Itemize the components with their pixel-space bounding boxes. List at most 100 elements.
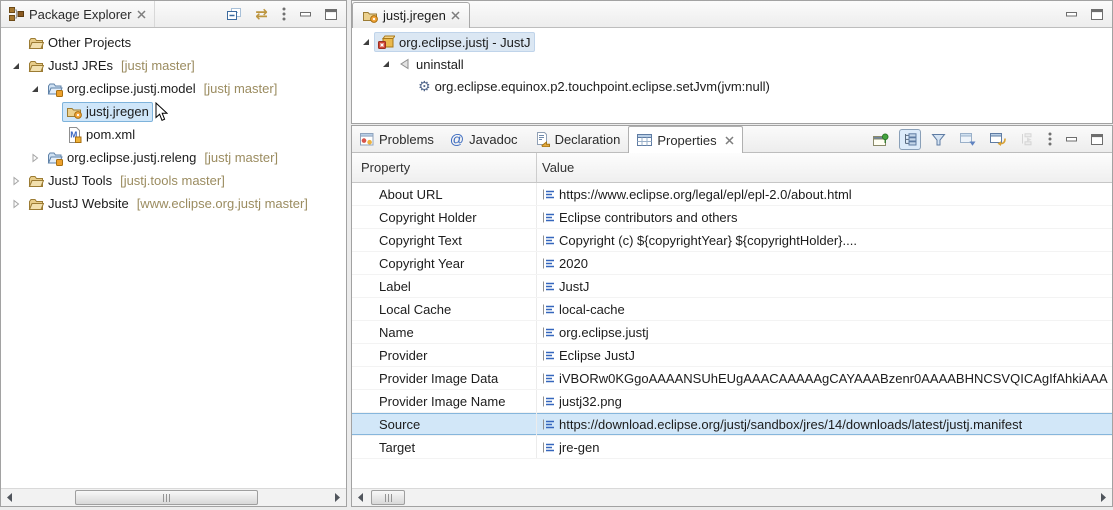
tab-javadoc[interactable]: @Javadoc (442, 126, 526, 152)
value-column-header[interactable]: Value (537, 160, 1112, 175)
tree-item-justj-tools[interactable]: JustJ Tools[justj.tools master] (1, 169, 346, 192)
property-value-cell[interactable]: Eclipse contributors and others (537, 210, 1112, 225)
tree-item-inner[interactable]: ⚙org.eclipse.equinox.p2.touchpoint.eclip… (414, 77, 774, 96)
scroll-thumb[interactable] (75, 490, 258, 505)
property-value-cell[interactable]: https://download.eclipse.org/justj/sandb… (537, 417, 1112, 432)
property-name: Provider Image Data (352, 367, 537, 389)
property-column-header[interactable]: Property (352, 153, 537, 182)
tree-item-inner[interactable]: org.eclipse.justj.releng (43, 148, 200, 168)
tree-item-other-projects[interactable]: Other Projects (1, 31, 346, 54)
tree-item-uninstall[interactable]: uninstall (352, 53, 1112, 75)
property-value-cell[interactable]: org.eclipse.justj (537, 325, 1112, 340)
link-with-editor-button[interactable]: ⇄ (251, 3, 272, 26)
editor-tab-justj-jregen[interactable]: justj.jregen (352, 2, 470, 28)
property-row-copyright-text[interactable]: Copyright TextCopyright (c) ${copyrightY… (352, 229, 1112, 252)
expand-arrow-icon[interactable] (8, 199, 24, 209)
collapse-arrow-icon[interactable] (27, 84, 43, 94)
tree-item-inner[interactable]: JustJ Website (24, 194, 133, 214)
property-row-provider-image-data[interactable]: Provider Image DataiVBORw0KGgoAAAANSUhEU… (352, 367, 1112, 390)
property-value-cell[interactable]: local-cache (537, 302, 1112, 317)
horizontal-scrollbar[interactable] (1, 488, 346, 506)
collapse-all-button[interactable] (223, 4, 245, 25)
horizontal-scrollbar[interactable] (352, 488, 1112, 506)
property-row-copyright-year[interactable]: Copyright Year2020 (352, 252, 1112, 275)
tree-item-org-eclipse-equinox-p2-touchpoint-eclipse-setjvm-jvm-null[interactable]: ⚙org.eclipse.equinox.p2.touchpoint.eclip… (352, 75, 1112, 97)
view-menu-button[interactable] (278, 3, 290, 25)
tree-item-inner[interactable]: org.eclipse.justj.model (43, 79, 200, 99)
property-row-target[interactable]: Targetjre-gen (352, 436, 1112, 459)
close-icon[interactable] (137, 10, 146, 19)
tree-item-justj-jres[interactable]: JustJ JREs[justj master] (1, 54, 346, 77)
tab-problems[interactable]: Problems (352, 126, 442, 152)
property-row-copyright-holder[interactable]: Copyright HolderEclipse contributors and… (352, 206, 1112, 229)
tab-declaration[interactable]: Declaration (526, 126, 629, 152)
minimize-icon (1066, 12, 1077, 17)
close-icon[interactable] (725, 136, 734, 145)
scroll-track[interactable] (18, 489, 329, 506)
tree-item-org-eclipse-justj-model[interactable]: org.eclipse.justj.model[justj master] (1, 77, 346, 100)
package-explorer-tab[interactable]: Package Explorer (1, 1, 155, 27)
show-categories-button[interactable] (899, 129, 921, 150)
tree-item-justj-website[interactable]: JustJ Website[www.eclipse.org.justj mast… (1, 192, 346, 215)
minimize-button[interactable] (1062, 133, 1081, 146)
restore-default-value-button[interactable] (986, 129, 1010, 150)
tree-item-pom-xml[interactable]: Mpom.xml (1, 123, 346, 146)
pin-view-button[interactable] (869, 129, 893, 150)
show-advanced-properties-icon (960, 133, 976, 146)
maximize-button[interactable] (1087, 130, 1107, 149)
editor-window-buttons (1062, 1, 1112, 27)
property-value-cell[interactable]: justj32.png (537, 394, 1112, 409)
property-value-cell[interactable]: jre-gen (537, 440, 1112, 455)
scroll-left-icon[interactable] (352, 489, 369, 506)
property-value-cell[interactable]: Eclipse JustJ (537, 348, 1112, 363)
close-icon[interactable] (451, 11, 460, 20)
tree-item-inner[interactable]: org.eclipse.justj - JustJ (374, 32, 535, 52)
scroll-right-icon[interactable] (329, 489, 346, 506)
property-value-cell[interactable]: iVBORw0KGgoAAAANSUhEUgAAACAAAAAgCAYAAABz… (537, 371, 1112, 386)
tree-mode-button (1016, 129, 1038, 150)
scroll-left-icon[interactable] (1, 489, 18, 506)
show-advanced-properties-button[interactable] (956, 129, 980, 150)
value-prop-icon (542, 373, 555, 384)
tree-item-inner[interactable]: JustJ Tools (24, 171, 116, 191)
property-value-cell[interactable]: JustJ (537, 279, 1112, 294)
filter-button[interactable] (927, 129, 950, 150)
property-row-provider-image-name[interactable]: Provider Image Namejustj32.png (352, 390, 1112, 413)
tree-item-org-eclipse-justj-releng[interactable]: org.eclipse.justj.releng[justj master] (1, 146, 346, 169)
view-menu-button[interactable] (1044, 128, 1056, 150)
scroll-track[interactable] (369, 489, 1095, 506)
tree-item-justj-jregen[interactable]: justj.jregen (1, 100, 346, 123)
minimize-button[interactable] (296, 8, 315, 21)
property-row-name[interactable]: Nameorg.eclipse.justj (352, 321, 1112, 344)
maximize-icon (1091, 134, 1103, 145)
property-row-label[interactable]: LabelJustJ (352, 275, 1112, 298)
property-value-cell[interactable]: 2020 (537, 256, 1112, 271)
property-row-provider[interactable]: ProviderEclipse JustJ (352, 344, 1112, 367)
property-value-cell[interactable]: Copyright (c) ${copyrightYear} ${copyrig… (537, 233, 1112, 248)
tree-item-inner[interactable]: justj.jregen (62, 102, 153, 122)
tree-item-label: JustJ Website (48, 196, 129, 211)
scroll-right-icon[interactable] (1095, 489, 1112, 506)
collapse-arrow-icon[interactable] (358, 37, 374, 47)
tree-item-inner[interactable]: Other Projects (24, 33, 135, 53)
expand-arrow-icon[interactable] (8, 176, 24, 186)
expand-arrow-icon[interactable] (27, 153, 43, 163)
maximize-button[interactable] (321, 5, 341, 24)
tree-item-inner[interactable]: uninstall (394, 55, 468, 74)
property-row-about-url[interactable]: About URLhttps://www.eclipse.org/legal/e… (352, 183, 1112, 206)
tree-item-inner[interactable]: JustJ JREs (24, 56, 117, 76)
tree-item-org-eclipse-justj-justj[interactable]: org.eclipse.justj - JustJ (352, 31, 1112, 53)
property-value-cell[interactable]: https://www.eclipse.org/legal/epl/epl-2.… (537, 187, 1112, 202)
property-row-source[interactable]: Sourcehttps://download.eclipse.org/justj… (352, 413, 1112, 436)
tab-properties[interactable]: Properties (628, 126, 742, 153)
working-set-folder-icon (28, 173, 44, 189)
minimize-button[interactable] (1062, 8, 1081, 21)
tree-item-inner[interactable]: Mpom.xml (62, 125, 139, 145)
property-row-local-cache[interactable]: Local Cachelocal-cache (352, 298, 1112, 321)
collapse-arrow-icon[interactable] (378, 59, 394, 69)
working-set-folder-icon (28, 196, 44, 212)
property-name: Target (352, 436, 537, 458)
scroll-thumb[interactable] (371, 490, 405, 505)
maximize-button[interactable] (1087, 5, 1107, 24)
collapse-arrow-icon[interactable] (8, 61, 24, 71)
